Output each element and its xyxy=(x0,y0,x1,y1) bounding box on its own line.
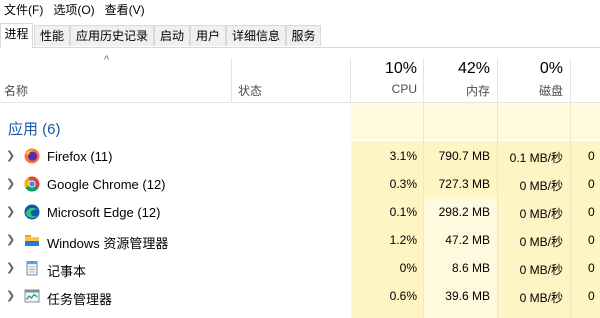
column-disk[interactable]: 磁盘 xyxy=(498,82,563,99)
disk-value: 0.1 MB/秒 xyxy=(509,151,563,165)
menu-bar: 文件(F) 选项(O) 查看(V) xyxy=(0,0,600,20)
network-value: 0 xyxy=(588,149,595,163)
process-row-chrome[interactable]: ❯ Google Chrome (12) 0.3% 727.3 MB 0 MB/… xyxy=(0,170,600,198)
heat-header-band xyxy=(351,103,600,139)
notepad-icon xyxy=(26,261,38,276)
chevron-right-icon[interactable]: ❯ xyxy=(6,205,15,218)
column-status[interactable]: 状态 xyxy=(238,82,262,99)
network-value: 0 xyxy=(588,261,595,275)
column-divider[interactable] xyxy=(350,58,351,102)
tab-bar: 进程 性能 应用历史记录 启动 用户 详细信息 服务 xyxy=(0,20,600,48)
network-value: 0 xyxy=(588,177,595,191)
chevron-right-icon[interactable]: ❯ xyxy=(6,233,15,246)
cpu-value: 0.1% xyxy=(389,205,417,219)
tab-performance[interactable]: 性能 xyxy=(34,25,70,46)
process-name: 记事本 xyxy=(47,264,87,279)
task-manager-icon xyxy=(24,289,40,303)
cpu-value: 3.1% xyxy=(389,149,417,163)
memory-value: 790.7 MB xyxy=(438,149,490,163)
column-name[interactable]: 名称 xyxy=(4,82,28,99)
chevron-right-icon[interactable]: ❯ xyxy=(6,261,15,274)
disk-value: 0 MB/秒 xyxy=(519,263,563,277)
process-name: Firefox (11) xyxy=(47,149,113,164)
tab-processes[interactable]: 进程 xyxy=(0,23,33,48)
group-apps-title[interactable]: 应用 (6) xyxy=(8,118,61,139)
process-name: 任务管理器 xyxy=(47,292,113,307)
cpu-value: 0.3% xyxy=(389,177,417,191)
memory-value: 727.3 MB xyxy=(438,177,490,191)
chevron-right-icon[interactable]: ❯ xyxy=(6,289,15,302)
network-value: 0 xyxy=(588,289,595,303)
cpu-percent: 10% xyxy=(384,60,417,77)
column-cpu[interactable]: CPU xyxy=(352,82,417,96)
chrome-icon xyxy=(24,176,40,192)
column-divider[interactable] xyxy=(570,58,571,102)
process-row-task-manager[interactable]: ❯ 任务管理器 0.6% 39.6 MB 0 MB/秒 0 xyxy=(0,282,600,310)
disk-value: 0 MB/秒 xyxy=(519,179,563,193)
file-explorer-icon xyxy=(25,235,39,246)
disk-value: 0 MB/秒 xyxy=(519,291,563,305)
process-row-edge[interactable]: ❯ Microsoft Edge (12) 0.1% 298.2 MB 0 MB… xyxy=(0,198,600,226)
process-name: Google Chrome (12) xyxy=(47,177,166,192)
sort-arrow-icon: ^ xyxy=(104,54,110,66)
column-memory[interactable]: 内存 xyxy=(424,82,490,99)
network-value: 0 xyxy=(588,205,595,219)
menu-file[interactable]: 文件(F) xyxy=(0,0,49,20)
column-header: ^ 名称 状态 10% CPU 42% 内存 0% 磁盘 xyxy=(0,48,600,103)
process-row-notepad[interactable]: ❯ 记事本 0% 8.6 MB 0 MB/秒 0 xyxy=(0,254,600,282)
disk-percent: 0% xyxy=(539,60,563,77)
tab-details[interactable]: 详细信息 xyxy=(226,25,286,46)
process-name: Windows 资源管理器 xyxy=(47,236,169,251)
edge-icon xyxy=(24,204,40,220)
process-row-firefox[interactable]: ❯ Firefox (11) 3.1% 790.7 MB 0.1 MB/秒 0 xyxy=(0,142,600,170)
network-value: 0 xyxy=(588,233,595,247)
column-divider[interactable] xyxy=(231,58,232,102)
menu-view[interactable]: 查看(V) xyxy=(101,0,151,20)
process-row-explorer[interactable]: ❯ Windows 资源管理器 1.2% 47.2 MB 0 MB/秒 0 xyxy=(0,226,600,254)
memory-value: 8.6 MB xyxy=(451,261,490,275)
disk-value: 0 MB/秒 xyxy=(519,235,563,249)
cpu-value: 0.6% xyxy=(389,289,417,303)
memory-value: 39.6 MB xyxy=(445,289,490,303)
cpu-value: 1.2% xyxy=(389,233,417,247)
chevron-right-icon[interactable]: ❯ xyxy=(6,177,15,190)
process-name: Microsoft Edge (12) xyxy=(47,205,161,220)
firefox-icon xyxy=(24,148,40,164)
cpu-value: 0% xyxy=(399,261,417,275)
disk-value: 0 MB/秒 xyxy=(519,207,563,221)
menu-options[interactable]: 选项(O) xyxy=(49,0,100,20)
tab-app-history[interactable]: 应用历史记录 xyxy=(70,25,154,46)
memory-percent: 42% xyxy=(457,60,490,77)
tab-services[interactable]: 服务 xyxy=(286,25,321,46)
tab-startup[interactable]: 启动 xyxy=(154,25,190,46)
tab-users[interactable]: 用户 xyxy=(190,25,226,46)
memory-value: 47.2 MB xyxy=(445,233,490,247)
memory-value: 298.2 MB xyxy=(438,205,490,219)
chevron-right-icon[interactable]: ❯ xyxy=(6,149,15,162)
